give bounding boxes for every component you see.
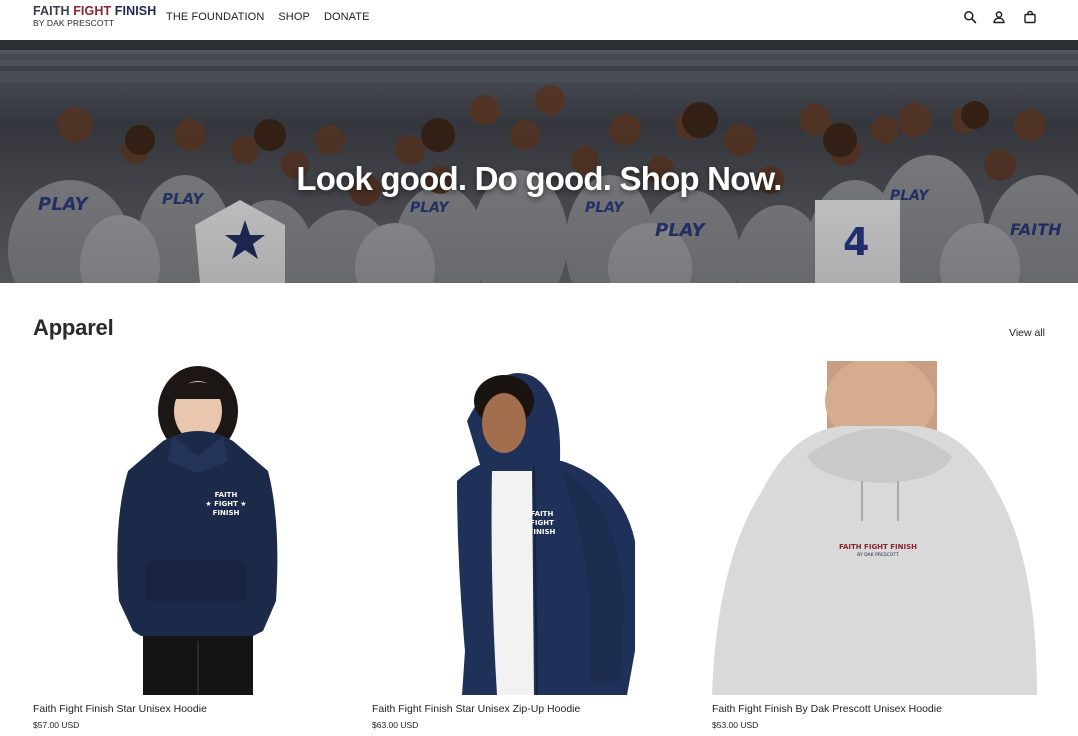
hoodie-illustration-gray: FAITH FIGHT FINISH BY DAK PRESCOTT xyxy=(712,361,1037,695)
logo-byline: BY DAK PRESCOTT xyxy=(33,18,115,28)
product-title[interactable]: Faith Fight Finish Star Unisex Zip-Up Ho… xyxy=(372,703,698,715)
brand-logo[interactable]: FAITH FIGHT FINISH BY DAK PRESCOTT xyxy=(33,4,158,34)
svg-text:FAITH: FAITH xyxy=(215,491,238,499)
nav-link-foundation[interactable]: THE FOUNDATION xyxy=(166,11,264,23)
product-image-star-hoodie[interactable]: FAITH ★ FIGHT ★ FINISH xyxy=(33,361,359,695)
account-icon[interactable] xyxy=(992,10,1006,24)
product-image-zip-hoodie[interactable]: FAITH FIGHT FINISH xyxy=(372,361,698,695)
svg-text:FAITH: FAITH xyxy=(531,510,554,518)
product-title[interactable]: Faith Fight Finish By Dak Prescott Unise… xyxy=(712,703,1038,715)
svg-text:FIGHT: FIGHT xyxy=(530,519,554,527)
product-card[interactable]: FAITH FIGHT FINISH Faith Fight Finish St… xyxy=(372,361,698,730)
svg-text:FINISH: FINISH xyxy=(529,528,556,536)
zip-hoodie-illustration-navy: FAITH FIGHT FINISH xyxy=(457,373,635,695)
product-price: $53.00 USD xyxy=(712,720,759,730)
svg-text:BY DAK PRESCOTT: BY DAK PRESCOTT xyxy=(857,552,899,558)
product-card[interactable]: FAITH ★ FIGHT ★ FINISH Faith Fight Finis… xyxy=(33,361,359,730)
view-all-link[interactable]: View all xyxy=(1009,327,1045,339)
product-title[interactable]: Faith Fight Finish Star Unisex Hoodie xyxy=(33,703,359,715)
collection-title: Apparel xyxy=(33,315,114,340)
site-header: FAITH FIGHT FINISH BY DAK PRESCOTT THE F… xyxy=(0,0,1078,40)
product-card[interactable]: FAITH FIGHT FINISH BY DAK PRESCOTT Faith… xyxy=(712,361,1038,730)
nav-link-shop[interactable]: SHOP xyxy=(278,11,310,23)
hero-banner[interactable]: PLAY PLAY PLAY PLAY PLAY PLAY FAITH 4 Lo… xyxy=(0,40,1078,283)
product-image-dak-hoodie[interactable]: FAITH FIGHT FINISH BY DAK PRESCOTT xyxy=(712,361,1038,695)
product-price: $63.00 USD xyxy=(372,720,419,730)
svg-text:★ FIGHT ★: ★ FIGHT ★ xyxy=(205,500,246,508)
nav-link-donate[interactable]: DONATE xyxy=(324,11,370,23)
hoodie-illustration-navy: FAITH ★ FIGHT ★ FINISH xyxy=(117,366,278,695)
svg-text:FAITH FIGHT FINISH: FAITH FIGHT FINISH xyxy=(839,543,917,551)
search-icon[interactable] xyxy=(963,10,977,24)
logo-wordmark: FAITH FIGHT FINISH xyxy=(33,4,158,18)
product-price: $57.00 USD xyxy=(33,720,80,730)
hero-headline: Look good. Do good. Shop Now. xyxy=(296,160,782,197)
main-nav: THE FOUNDATION SHOP DONATE xyxy=(166,11,370,23)
cart-icon[interactable] xyxy=(1023,10,1037,24)
logo-word-faith: FAITH xyxy=(33,4,70,18)
svg-text:FINISH: FINISH xyxy=(213,509,240,517)
logo-word-finish: FINISH xyxy=(114,4,157,18)
logo-word-fight: FIGHT xyxy=(73,4,112,18)
